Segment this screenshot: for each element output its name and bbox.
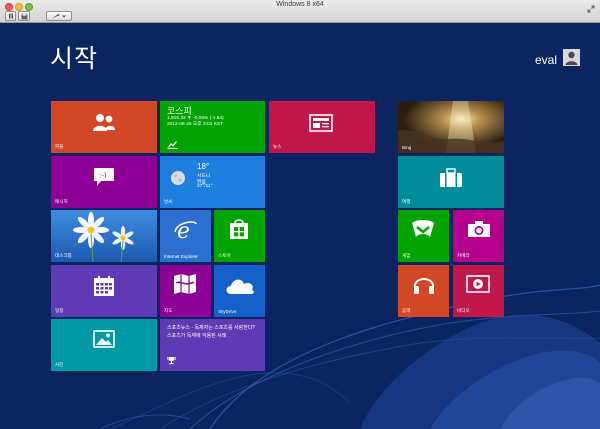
tile-label: 날씨	[164, 199, 173, 204]
tile-label: 카메라	[457, 253, 470, 258]
tile-label: 게임	[402, 253, 411, 258]
tile-music[interactable]: 음악	[398, 265, 449, 317]
tile-label: Internet Explorer	[164, 254, 198, 259]
tile-maps[interactable]: 지도	[160, 265, 211, 317]
tile-finance[interactable]: 코스피 1,916.33 ▼ -0.08% (-1.54) 2012-08-28…	[160, 101, 265, 153]
trophy-icon	[167, 357, 176, 365]
user-avatar[interactable]	[563, 49, 580, 66]
tile-video[interactable]: 비디오	[453, 265, 504, 317]
store-icon	[230, 219, 248, 239]
headphones-icon	[413, 278, 435, 294]
chart-icon	[167, 141, 178, 149]
user-name[interactable]: eval	[535, 53, 557, 67]
tile-label: 피플	[55, 144, 64, 149]
tile-label: 뉴스	[273, 144, 282, 149]
tile-desktop[interactable]: 데스크톱	[51, 210, 157, 262]
tile-label: 음악	[402, 308, 411, 313]
tile-bing[interactable]: Bing	[398, 101, 504, 153]
suitcase-icon	[440, 168, 462, 187]
tile-store[interactable]: 스토어	[214, 210, 265, 262]
tile-label: 일정	[55, 308, 64, 313]
tile-label: 사진	[55, 362, 64, 367]
cave-image	[398, 101, 504, 153]
tile-camera[interactable]: 카메라	[453, 210, 504, 262]
weather-range: 27°/11°	[197, 184, 213, 189]
tile-weather[interactable]: 18° 시드니 맑음 27°/11° 날씨	[160, 156, 265, 208]
window-title: Windows 8 x64	[276, 1, 324, 8]
tile-messaging[interactable]: :-) 메시지	[51, 156, 157, 208]
tile-label: 데스크톱	[55, 253, 72, 258]
tile-label: 비디오	[457, 308, 470, 313]
finance-time: 2012-08-28 오후 3:02 KST	[167, 122, 224, 127]
svg-text::-): :-)	[99, 172, 107, 180]
people-icon	[93, 114, 115, 131]
tile-label: SkyDrive	[218, 309, 237, 314]
tile-travel[interactable]: 여행	[398, 156, 504, 208]
tile-calendar[interactable]: 일정	[51, 265, 157, 317]
play-icon	[466, 275, 490, 293]
start-screen: 시작 eval 피플 코스피 1,916.33 ▼ -0.08% (-1.54)…	[0, 23, 600, 429]
calendar-icon	[94, 276, 114, 296]
ie-icon: e	[174, 219, 197, 242]
start-title: 시작	[50, 44, 99, 73]
tile-news[interactable]: 뉴스	[269, 101, 375, 153]
controller-icon	[412, 220, 434, 237]
user-icon	[565, 51, 578, 65]
moon-icon	[171, 171, 185, 185]
pause-vm-button[interactable]	[5, 11, 16, 21]
vm-window: Windows 8 x64 시작 eval 피플 코스피 1,916.33 ▼ …	[0, 0, 600, 429]
sports-headline: 스포츠뉴스 - 독재자는 스포츠를 사랑한다? 스포츠가 독재에 악용된 사례	[167, 325, 256, 339]
camera-icon	[468, 221, 490, 237]
wrench-icon	[52, 13, 66, 18]
title-bar: Windows 8 x64	[0, 0, 600, 23]
chat-icon: :-)	[94, 168, 114, 186]
weather-temp: 18°	[197, 162, 210, 171]
tile-sports[interactable]: 스포츠뉴스 - 독재자는 스포츠를 사랑한다? 스포츠가 독재에 악용된 사례	[160, 319, 265, 371]
tile-photos[interactable]: 사진	[51, 319, 157, 371]
tile-label: Bing	[402, 145, 412, 150]
tile-label: 메시지	[55, 199, 68, 204]
newspaper-icon	[309, 114, 333, 132]
disk-icon	[21, 13, 27, 19]
tile-skydrive[interactable]: SkyDrive	[214, 265, 265, 317]
tile-label: 여행	[402, 199, 411, 204]
pause-icon	[8, 13, 13, 19]
map-icon	[174, 274, 196, 294]
tile-label: 스토어	[218, 253, 231, 258]
settings-button[interactable]	[46, 11, 72, 21]
snapshot-button[interactable]	[18, 11, 30, 21]
photo-icon	[93, 330, 115, 348]
tile-label: 지도	[164, 308, 173, 313]
tile-games[interactable]: 게임	[398, 210, 449, 262]
expand-icon	[587, 5, 595, 13]
tile-people[interactable]: 피플	[51, 101, 157, 153]
cloud-icon	[226, 279, 254, 294]
fullscreen-button[interactable]	[586, 4, 596, 14]
tile-internet-explorer[interactable]: e Internet Explorer	[160, 210, 211, 262]
